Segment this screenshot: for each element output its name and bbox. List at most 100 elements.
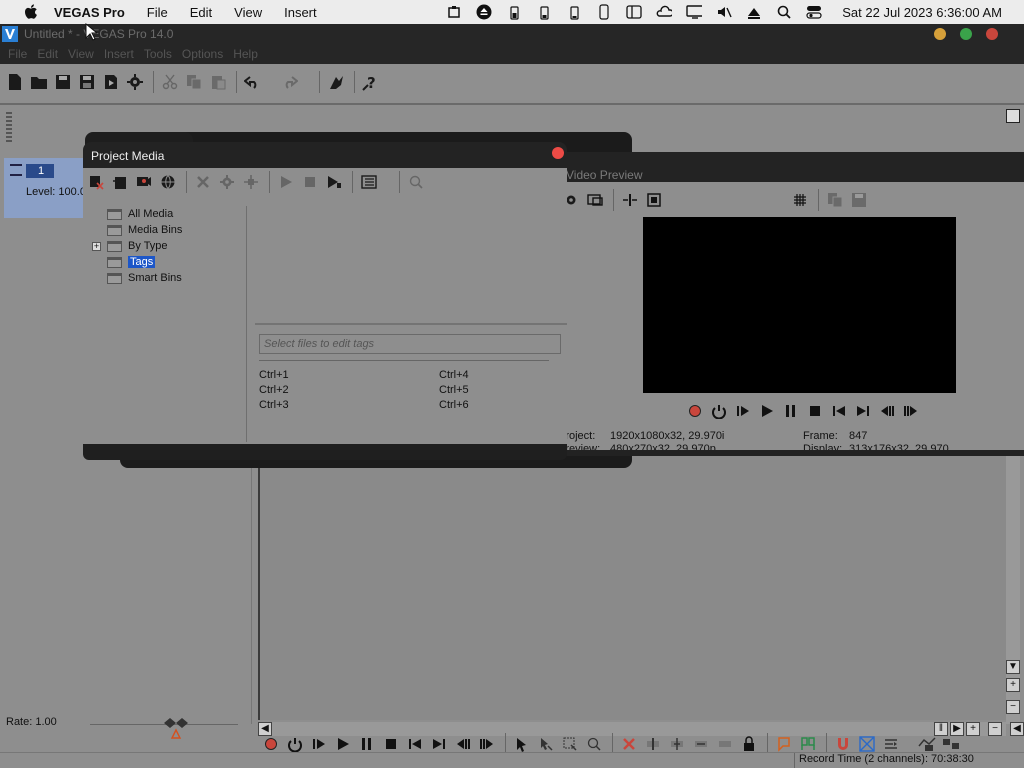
close-button[interactable] [986, 28, 998, 40]
airplay-icon[interactable] [746, 4, 762, 20]
vpn-icon[interactable] [446, 4, 462, 20]
render-icon[interactable] [100, 71, 122, 93]
preview-quality-dropdown[interactable] [667, 189, 787, 211]
overlays-icon[interactable] [643, 189, 665, 211]
preview-play-from-start-icon[interactable] [732, 400, 754, 422]
start-preview-icon[interactable] [275, 171, 297, 193]
memory-icon[interactable] [506, 4, 522, 20]
open-folder-icon[interactable] [28, 71, 50, 93]
preview-go-to-end-icon[interactable] [852, 400, 874, 422]
control-center-icon[interactable] [806, 4, 822, 20]
auto-preview-icon[interactable] [323, 171, 345, 193]
save-icon[interactable] [52, 71, 74, 93]
track-level[interactable]: Level: 100.0 [26, 186, 86, 198]
undo-icon[interactable] [242, 71, 264, 93]
get-media-from-web-icon[interactable] [157, 171, 179, 193]
sidebar-icon[interactable] [626, 4, 642, 20]
app-menu-file[interactable]: File [8, 47, 27, 61]
preview-next-frame-icon[interactable] [900, 400, 922, 422]
app-menu-options[interactable]: Options [182, 47, 223, 61]
app-menu-insert[interactable]: Insert [104, 47, 134, 61]
preview-stop-icon[interactable] [804, 400, 826, 422]
cloud-icon[interactable] [656, 4, 673, 20]
remove-unused-icon[interactable] [85, 171, 107, 193]
split-screen-icon[interactable] [619, 189, 641, 211]
tag-shortcut-5[interactable]: Ctrl+5 [439, 384, 469, 396]
trim-icon[interactable] [325, 71, 347, 93]
menu-edit[interactable]: Edit [190, 5, 212, 20]
spotlight-icon[interactable] [776, 4, 792, 20]
views-dropdown-icon[interactable] [382, 171, 392, 193]
media-fx-icon[interactable] [240, 171, 262, 193]
tree-item-all-media[interactable]: All Media [107, 206, 173, 222]
ssd-icon[interactable] [536, 4, 552, 20]
close-window-button[interactable] [552, 147, 564, 159]
dock-pin-icon[interactable] [1006, 109, 1020, 123]
app-menu-edit[interactable]: Edit [37, 47, 58, 61]
vertical-scrollbar[interactable]: ▼ + − [1006, 434, 1020, 724]
preview-record-icon[interactable] [684, 400, 706, 422]
preview-pause-icon[interactable] [780, 400, 802, 422]
app-menu-help[interactable]: Help [233, 47, 258, 61]
timeline-area[interactable] [258, 444, 1006, 720]
external-monitor-icon[interactable] [584, 189, 606, 211]
tag-edit-field[interactable]: Select files to edit tags [259, 334, 561, 354]
tag-shortcut-6[interactable]: Ctrl+6 [439, 399, 469, 411]
app-name-menu[interactable]: VEGAS Pro [54, 5, 125, 20]
scroll-down-button[interactable]: ▼ [1006, 660, 1020, 674]
import-media-icon[interactable] [109, 171, 131, 193]
copy-icon[interactable] [183, 71, 205, 93]
dock-grip-handle[interactable] [6, 112, 12, 142]
cpu-icon[interactable] [566, 4, 582, 20]
tree-item-tags[interactable]: Tags [107, 254, 156, 270]
tree-item-media-bins[interactable]: Media Bins [107, 222, 182, 238]
media-properties-icon[interactable] [216, 171, 238, 193]
clock[interactable]: Sat 22 Jul 2023 6:36:00 AM [842, 5, 1002, 20]
tag-shortcut-4[interactable]: Ctrl+4 [439, 369, 469, 381]
delete-media-icon[interactable] [192, 171, 214, 193]
undo-dropdown-icon[interactable] [266, 71, 276, 93]
preview-go-to-start-icon[interactable] [828, 400, 850, 422]
copy-snapshot-icon[interactable] [824, 189, 846, 211]
menu-view[interactable]: View [234, 5, 262, 20]
search-media-icon[interactable] [405, 171, 427, 193]
media-file-list[interactable] [255, 206, 567, 325]
help-icon[interactable]: ? [360, 71, 382, 93]
preview-loop-icon[interactable] [708, 400, 730, 422]
zoom-in-button[interactable]: + [1006, 678, 1020, 692]
display-icon[interactable] [686, 4, 703, 20]
menu-file[interactable]: File [147, 5, 168, 20]
app-menu-view[interactable]: View [68, 47, 94, 61]
zoom-button[interactable] [960, 28, 972, 40]
redo-dropdown-icon[interactable] [302, 71, 312, 93]
save-as-icon[interactable] [76, 71, 98, 93]
tag-shortcut-1[interactable]: Ctrl+1 [259, 369, 289, 381]
eject-icon[interactable] [476, 4, 492, 20]
stop-preview-icon[interactable] [299, 171, 321, 193]
rate-slider-handle[interactable] [162, 717, 190, 742]
save-snapshot-icon[interactable] [848, 189, 870, 211]
mute-icon[interactable] [716, 4, 732, 20]
video-track-header[interactable]: 1 Level: 100.0 [4, 158, 94, 218]
capture-video-icon[interactable] [133, 171, 155, 193]
project-media-titlebar[interactable]: Project Media [83, 142, 567, 168]
new-file-icon[interactable] [4, 71, 26, 93]
preview-play-icon[interactable] [756, 400, 778, 422]
tag-shortcut-2[interactable]: Ctrl+2 [259, 384, 289, 396]
app-menu-tools[interactable]: Tools [144, 47, 172, 61]
minimize-button[interactable] [934, 28, 946, 40]
tag-shortcut-3[interactable]: Ctrl+3 [259, 399, 289, 411]
apple-menu-icon[interactable] [22, 3, 40, 21]
paste-icon[interactable] [207, 71, 229, 93]
collapse-track-icon[interactable] [10, 164, 22, 176]
tree-item-smart-bins[interactable]: Smart Bins [107, 270, 182, 286]
expand-icon[interactable]: + [92, 242, 101, 251]
tree-item-by-type[interactable]: By Type [107, 238, 168, 254]
video-preview-title[interactable]: Video Preview [556, 152, 1024, 182]
battery-icon[interactable] [596, 4, 612, 20]
grid-icon[interactable] [789, 189, 811, 211]
views-icon[interactable] [358, 171, 380, 193]
cut-icon[interactable] [159, 71, 181, 93]
redo-icon[interactable] [278, 71, 300, 93]
properties-icon[interactable] [124, 71, 146, 93]
